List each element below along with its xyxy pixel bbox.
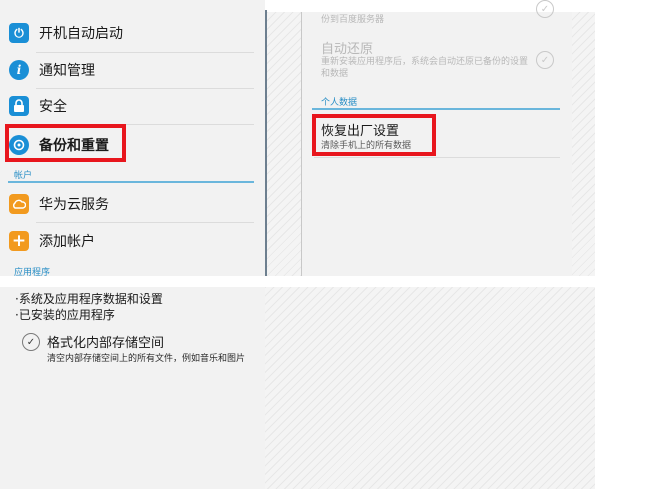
settings-item-label: 添加帐户 <box>39 234 95 250</box>
auto-restore-checkbox[interactable]: ✓ <box>536 51 554 69</box>
settings-list: ⏻ 开机自动启动 i 通知管理 安全 备份和重置 帐户 华为云服务 + 添加帐户… <box>0 0 265 276</box>
settings-item-add-account[interactable]: + 添加帐户 <box>0 223 255 259</box>
hatched-area <box>265 287 595 489</box>
reset-bullet: ·已安装的应用程序 <box>15 308 115 322</box>
settings-item-security[interactable]: 安全 <box>0 88 255 124</box>
divider <box>314 157 560 158</box>
power-on-icon: ⏻ <box>9 23 29 43</box>
settings-item-label: 开机自动启动 <box>39 26 123 42</box>
add-icon: + <box>9 231 29 251</box>
faded-subtitle: 份到百度服务器 <box>321 15 385 25</box>
highlight-box <box>5 124 126 162</box>
section-divider <box>8 181 254 183</box>
section-divider <box>312 108 560 110</box>
hatched-gutter <box>571 12 595 276</box>
highlight-box <box>312 114 436 156</box>
settings-item-huawei-cloud[interactable]: 华为云服务 <box>0 186 255 222</box>
cloud-icon <box>9 194 29 214</box>
settings-item-label: 华为云服务 <box>39 197 109 213</box>
hatched-gutter <box>267 12 301 276</box>
auto-restore-desc: 重新安装应用程序后，系统会自动还原已备份的设置和数据 <box>321 57 529 79</box>
auto-restore-title: 自动还原 <box>321 42 374 57</box>
settings-item-auto-start[interactable]: ⏻ 开机自动启动 <box>0 15 255 51</box>
format-storage-desc: 清空内部存储空间上的所有文件，例如音乐和图片 <box>47 354 246 364</box>
settings-item-notifications[interactable]: i 通知管理 <box>0 52 255 88</box>
section-header-apps: 应用程序 <box>14 268 51 276</box>
section-header-personal-data: 个人数据 <box>321 98 358 108</box>
format-storage-checkbox[interactable]: ✓ <box>22 333 40 351</box>
lock-icon <box>9 96 29 116</box>
section-header-accounts: 帐户 <box>14 171 33 181</box>
format-storage-title: 格式化内部存储空间 <box>47 336 165 351</box>
settings-item-label: 安全 <box>39 99 67 115</box>
reset-info-panel: ·系统及应用程序数据和设置 ·已安装的应用程序 ✓ 格式化内部存储空间 清空内部… <box>0 287 265 489</box>
info-icon: i <box>9 60 29 80</box>
reset-bullet: ·系统及应用程序数据和设置 <box>15 292 163 306</box>
checkbox-icon: ✓ <box>536 0 554 18</box>
settings-item-label: 通知管理 <box>39 63 95 79</box>
